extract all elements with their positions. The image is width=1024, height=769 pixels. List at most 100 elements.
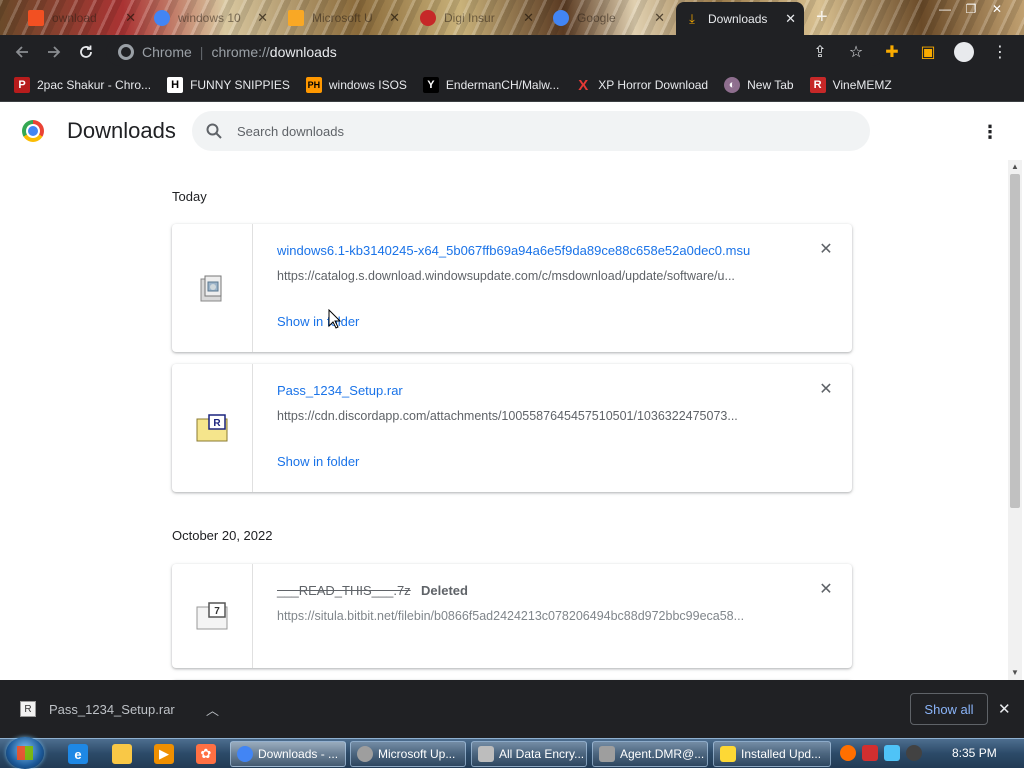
url-prefix: chrome://	[211, 44, 270, 60]
taskbar-button-label: Agent.DMR@...	[620, 747, 705, 761]
bookmark-windows-isos[interactable]: PH windows ISOS	[305, 77, 407, 93]
tab-label: Google	[577, 10, 616, 25]
show-in-folder-link[interactable]: Show in folder	[277, 454, 359, 469]
bookmark-2pac[interactable]: P 2pac Shakur - Chro...	[14, 77, 151, 93]
scrollbar-thumb[interactable]	[1010, 174, 1020, 508]
start-button[interactable]	[6, 737, 44, 769]
chrome-site-icon	[118, 44, 134, 60]
google-icon	[154, 9, 170, 26]
back-button[interactable]	[6, 36, 38, 68]
remove-item-icon[interactable]: ✕	[818, 581, 834, 598]
taskbar-button-downloads[interactable]: Downloads - ...	[230, 741, 346, 767]
window-icon	[478, 746, 494, 762]
status-badge: Deleted	[421, 583, 468, 598]
tab-1[interactable]: ownload ✕	[20, 3, 144, 32]
close-icon[interactable]: ✕	[257, 10, 268, 26]
bookmark-favicon-icon: ◐	[724, 77, 741, 93]
folder-icon[interactable]	[112, 744, 132, 764]
download-item: R Pass_1234_Setup.rar https://cdn.discor…	[172, 364, 852, 492]
app-icon[interactable]: ✿	[196, 744, 216, 764]
bookmark-favicon-icon: P	[14, 77, 30, 93]
close-icon[interactable]: ✕	[125, 10, 136, 26]
chrome-icon	[357, 746, 373, 762]
file-source-url[interactable]: https://catalog.s.download.windowsupdate…	[277, 269, 777, 283]
taskbar-button-data-encryption[interactable]: All Data Encry...	[471, 741, 587, 767]
bookmark-new-tab[interactable]: ◐ New Tab	[724, 77, 794, 93]
media-player-icon[interactable]: ▶	[154, 744, 174, 764]
address-bar[interactable]: Chrome | chrome://downloads	[106, 38, 886, 66]
extensions-icon[interactable]: ✚	[876, 36, 908, 68]
side-panel-icon[interactable]: ▣	[912, 36, 944, 68]
bookmark-favicon-icon: R	[809, 77, 826, 93]
chrome-logo-icon	[22, 120, 44, 142]
tab-favicon-icon	[288, 9, 304, 26]
tab-5[interactable]: Google ✕	[545, 3, 673, 32]
bookmark-label: New Tab	[747, 78, 794, 92]
minimize-icon[interactable]: —	[932, 0, 958, 18]
remove-item-icon[interactable]: ✕	[818, 241, 834, 258]
show-all-button[interactable]: Show all	[910, 693, 988, 725]
show-in-folder-link[interactable]: Show in folder	[277, 314, 359, 329]
system-tray	[840, 745, 922, 761]
bookmark-endermanch[interactable]: Y EndermanCH/Malw...	[422, 77, 560, 93]
file-name-link[interactable]: Pass_1234_Setup.rar	[277, 383, 403, 398]
scrollbar[interactable]: ▲ ▼	[1008, 160, 1022, 680]
tab-downloads[interactable]: ⤓ Downloads ✕	[676, 2, 804, 35]
bookmark-funny-snippies[interactable]: H FUNNY SNIPPIES	[167, 77, 290, 93]
tab-3[interactable]: Microsoft U ✕	[280, 3, 408, 32]
tray-volume-icon[interactable]	[906, 745, 922, 761]
close-icon[interactable]: ✕	[389, 10, 400, 26]
search-input[interactable]	[237, 123, 837, 139]
search-bar[interactable]	[192, 111, 870, 151]
menu-icon[interactable]: ⋮	[984, 36, 1016, 68]
share-icon[interactable]: ⇪	[804, 36, 836, 68]
internet-explorer-icon[interactable]: e	[68, 744, 88, 764]
tab-2[interactable]: windows 10 ✕	[146, 3, 276, 32]
bookmark-vinememz[interactable]: R VineMEMZ	[809, 77, 892, 93]
shelf-download-item[interactable]: R Pass_1234_Setup.rar ︿	[0, 680, 232, 738]
tray-flag-icon[interactable]	[862, 745, 878, 761]
more-actions-icon[interactable]: ⋮	[978, 120, 1002, 144]
profile-avatar[interactable]	[948, 36, 980, 68]
file-name-link[interactable]: windows6.1-kb3140245-x64_5b067ffb69a94a6…	[277, 243, 750, 258]
forward-button[interactable]	[38, 36, 70, 68]
bookmark-label: XP Horror Download	[598, 78, 709, 92]
tab-4[interactable]: Digi Insur ✕	[412, 3, 542, 32]
reload-button[interactable]	[70, 36, 102, 68]
taskbar-button-label: Microsoft Up...	[378, 747, 456, 761]
scroll-down-icon[interactable]: ▼	[1011, 668, 1019, 677]
close-icon[interactable]: ✕	[523, 10, 534, 26]
chevron-up-icon[interactable]: ︿	[206, 700, 219, 719]
download-item: windows6.1-kb3140245-x64_5b067ffb69a94a6…	[172, 224, 852, 352]
tray-network-icon[interactable]	[884, 745, 900, 761]
close-icon[interactable]: ✕	[785, 11, 796, 27]
control-panel-icon	[720, 746, 736, 762]
bookmark-label: 2pac Shakur - Chro...	[37, 78, 152, 92]
remove-item-icon[interactable]: ✕	[818, 381, 834, 398]
maximize-icon[interactable]: ❐	[958, 0, 984, 18]
bookmark-star-icon[interactable]: ☆	[840, 36, 872, 68]
file-source-url[interactable]: https://cdn.discordapp.com/attachments/1…	[277, 409, 777, 423]
close-icon[interactable]: ✕	[654, 10, 665, 26]
close-window-icon[interactable]: ✕	[984, 0, 1010, 18]
url-host: downloads	[269, 44, 337, 60]
window-icon	[599, 746, 615, 762]
rar-archive-icon: R	[20, 701, 36, 717]
taskbar-button-microsoft-update[interactable]: Microsoft Up...	[350, 741, 466, 767]
taskbar-button-agent[interactable]: Agent.DMR@...	[592, 741, 708, 767]
bookmark-xp-horror[interactable]: X XP Horror Download	[575, 77, 709, 94]
tray-search-icon[interactable]	[840, 745, 856, 761]
download-shelf: R Pass_1234_Setup.rar ︿ Show all ✕	[0, 680, 1024, 738]
downloads-page: Downloads ⋮ Today windows6.1-kb3140245-x…	[0, 102, 1024, 680]
google-icon	[553, 9, 569, 26]
bookmark-label: EndermanCH/Malw...	[445, 78, 560, 92]
downloads-header: Downloads ⋮	[0, 102, 1024, 160]
new-tab-button[interactable]: +	[816, 6, 828, 29]
close-shelf-icon[interactable]: ✕	[998, 700, 1011, 718]
scroll-up-icon[interactable]: ▲	[1011, 162, 1019, 171]
file-source-url[interactable]: https://situla.bitbit.net/filebin/b0866f…	[277, 609, 777, 623]
toolbar: Chrome | chrome://downloads ⇪ ☆ ✚ ▣ ⋮	[0, 35, 1024, 69]
taskbar-button-installed-updates[interactable]: Installed Upd...	[713, 741, 831, 767]
bookmark-favicon-icon: PH	[305, 77, 322, 93]
taskbar-clock[interactable]: 8:35 PM	[952, 746, 997, 760]
